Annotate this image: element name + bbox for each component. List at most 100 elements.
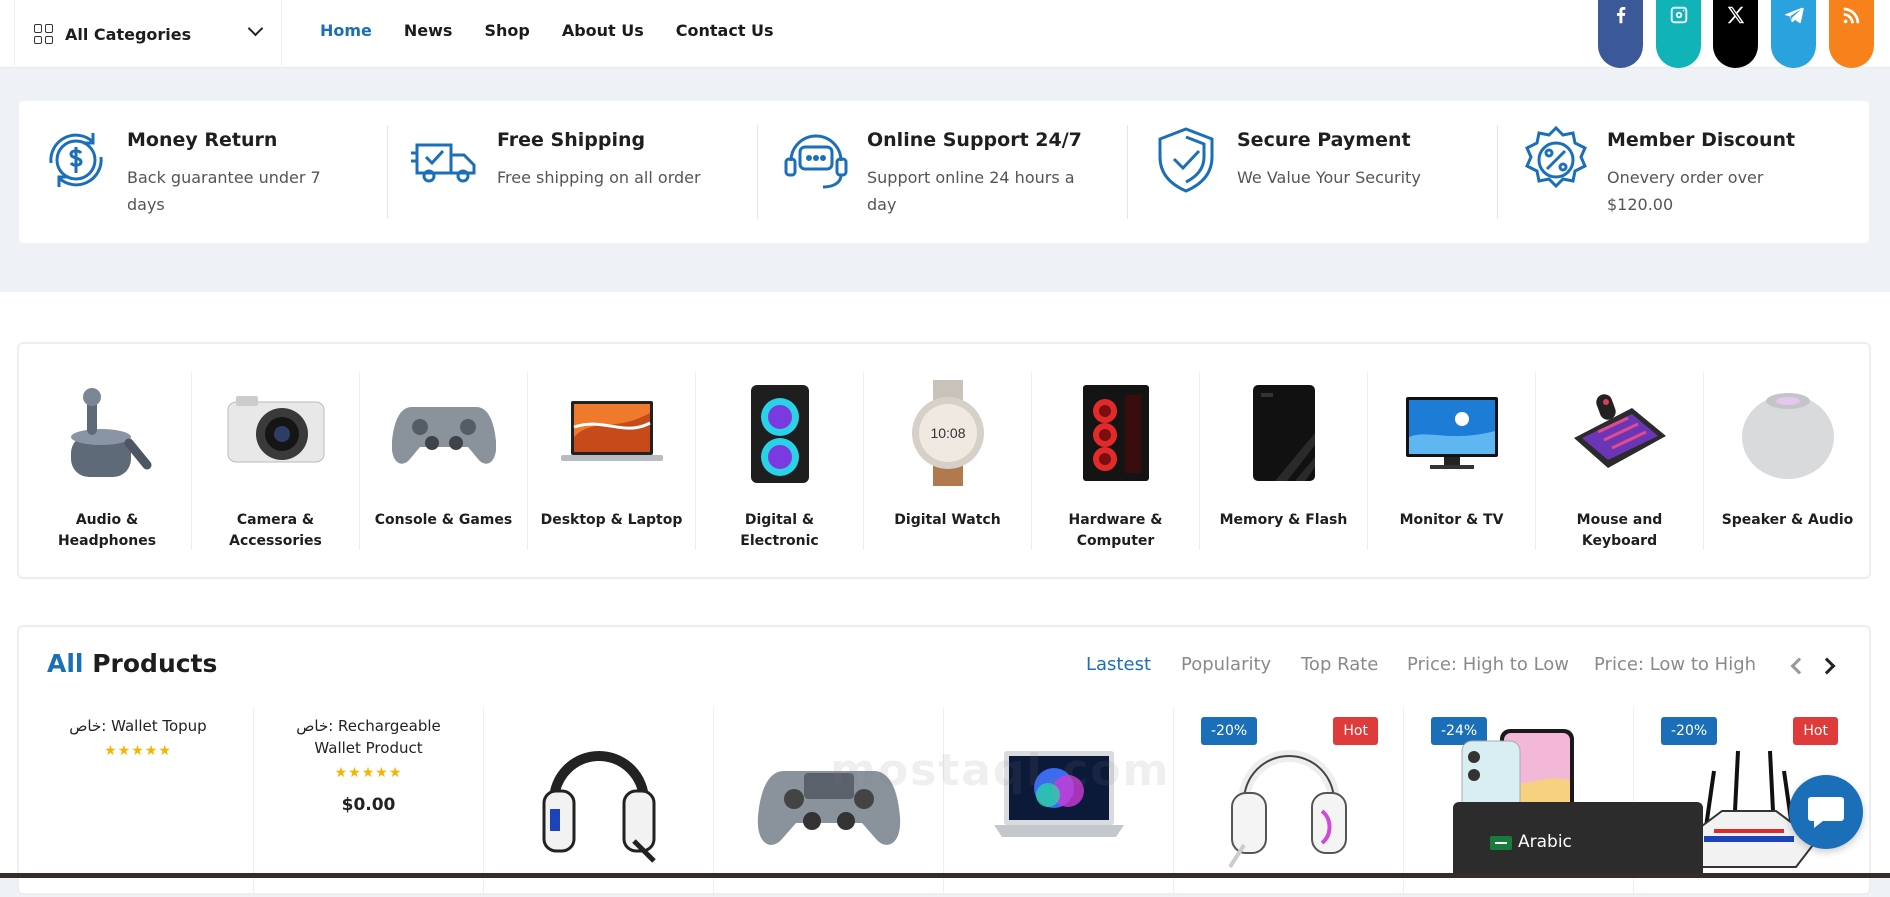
category-name: Memory & Flash [1219, 512, 1348, 528]
chevron-down-icon [247, 20, 264, 37]
svg-text:10:08: 10:08 [930, 425, 965, 441]
category-name: Mouse and Keyboard [1576, 512, 1663, 549]
x-link[interactable] [1713, 0, 1758, 68]
party-speaker-icon [750, 385, 809, 483]
facebook-icon [1616, 7, 1625, 24]
feature-secure-payment: Secure Payment We Value Your Security [1127, 101, 1499, 243]
tab-popularity[interactable]: Popularity [1181, 654, 1271, 675]
nav-shop[interactable]: Shop [484, 21, 529, 40]
feature-title: Money Return [127, 129, 278, 151]
smart-speaker-icon [1741, 393, 1834, 479]
feature-desc: Support online 24 hours a day [867, 168, 1075, 214]
feature-title: Online Support 24/7 [867, 129, 1082, 151]
grid-icon [34, 24, 54, 44]
tab-price-high-low[interactable]: Price: High to Low [1407, 654, 1569, 675]
category-digital-electronic[interactable]: Digital & Electronic [695, 372, 863, 550]
category-audio-headphones[interactable]: Audio & Headphones [23, 372, 191, 550]
site-header: All Categories Home News Shop About Us C… [0, 0, 1890, 68]
tab-latest[interactable]: Lastest [1086, 654, 1151, 675]
category-name: Console & Games [374, 512, 513, 528]
category-console-games[interactable]: Console & Games [359, 372, 527, 550]
category-name: Digital & Electronic [740, 512, 819, 549]
feature-title: Member Discount [1607, 129, 1796, 151]
support-headset-icon [784, 134, 848, 189]
discount-badge-icon [1525, 125, 1587, 189]
category-name: Audio & Headphones [57, 512, 157, 549]
nav-contact-us[interactable]: Contact Us [676, 21, 774, 40]
product-rating: ★★★★★ [104, 743, 172, 759]
external-drive-icon [1252, 385, 1315, 481]
category-digital-watch[interactable]: 10:08 Digital Watch [863, 372, 1031, 550]
all-categories-dropdown[interactable]: All Categories [14, 0, 282, 68]
product-rating: ★★★★★ [334, 765, 403, 781]
category-name: Speaker & Audio [1721, 512, 1854, 528]
gamepad-icon [757, 771, 901, 845]
feature-money-return: Money Return Back guarantee under 7 days [19, 101, 389, 243]
feature-desc: Onevery order over $120.00 [1607, 168, 1764, 214]
category-name: Hardware & Computer [1068, 512, 1163, 549]
category-name: Monitor & TV [1399, 512, 1504, 528]
keyboard-mouse-icon [1573, 394, 1666, 468]
feature-desc: We Value Your Security [1237, 168, 1421, 187]
category-name: Desktop & Laptop [540, 512, 683, 528]
gaming-headset-icon [1228, 750, 1347, 869]
facebook-link[interactable] [1598, 0, 1643, 68]
categories-label: All Categories [65, 24, 192, 44]
product-name: خاص: Wallet Topup [69, 717, 207, 735]
category-name: Camera & Accessories [229, 512, 322, 549]
tab-price-low-high[interactable]: Price: Low to High [1594, 654, 1756, 675]
product-card[interactable]: خاص: Wallet Topup ★★★★★ [23, 707, 253, 897]
nav-about-us[interactable]: About Us [562, 21, 644, 40]
feature-desc: Free shipping on all order [497, 168, 701, 187]
telegram-icon [1784, 7, 1804, 24]
instagram-icon [1670, 6, 1687, 24]
category-mouse-keyboard[interactable]: Mouse and Keyboard [1535, 372, 1703, 550]
language-label: Arabic [1518, 832, 1572, 852]
category-memory-flash[interactable]: Memory & Flash [1199, 372, 1367, 550]
instagram-link[interactable] [1656, 0, 1701, 68]
product-sort-tabs: Lastest Popularity Top Rate Price: High … [19, 654, 1869, 680]
rss-icon [1843, 7, 1859, 24]
saudi-flag-icon [1490, 836, 1512, 850]
feature-title: Free Shipping [497, 129, 646, 151]
monitor-icon [1405, 397, 1498, 469]
bottom-strip [0, 873, 1890, 878]
pc-tower-icon [1082, 385, 1149, 481]
category-speaker-audio[interactable]: Speaker & Audio [1703, 372, 1871, 550]
nav-home[interactable]: Home [320, 21, 372, 40]
category-monitor-tv[interactable]: Monitor & TV [1367, 372, 1535, 550]
product-card[interactable]: -20% Hot [1173, 707, 1403, 897]
product-card[interactable] [713, 707, 943, 897]
feature-online-support: Online Support 24/7 Support online 24 ho… [757, 101, 1129, 243]
headset-white-icon [542, 751, 656, 863]
camera-icon [227, 396, 324, 463]
main-nav: Home News Shop About Us Contact Us [320, 0, 806, 60]
feature-free-shipping: Free Shipping Free shipping on all order [387, 101, 759, 243]
telegram-link[interactable] [1771, 0, 1816, 68]
laptop-icon [560, 401, 663, 461]
nav-news[interactable]: News [404, 21, 453, 40]
category-camera-accessories[interactable]: Camera & Accessories [191, 372, 359, 550]
category-hardware-computer[interactable]: Hardware & Computer [1031, 372, 1199, 550]
category-carousel: Audio & Headphones Camera & Accessories … [17, 342, 1871, 579]
laptop-icon [994, 751, 1124, 837]
money-return-icon [49, 133, 103, 187]
product-card[interactable] [483, 707, 713, 897]
tab-top-rate[interactable]: Top Rate [1301, 654, 1378, 675]
shield-check-icon [1158, 127, 1214, 193]
rss-link[interactable] [1829, 0, 1874, 68]
product-card[interactable] [943, 707, 1173, 897]
feature-title: Secure Payment [1237, 129, 1411, 151]
feature-desc: Back guarantee under 7 days [127, 168, 321, 214]
language-switcher[interactable]: Arabic [1453, 802, 1703, 878]
category-name: Digital Watch [894, 512, 1001, 528]
chat-bubble-icon [1808, 797, 1844, 828]
product-name: خاص: Rechargeable Wallet Product [296, 717, 441, 757]
features-bar: Money Return Back guarantee under 7 days… [19, 101, 1869, 243]
product-card[interactable]: خاص: Rechargeable Wallet Product ★★★★★ $… [253, 707, 483, 897]
smartwatch-icon: 10:08 [911, 380, 984, 486]
chat-button[interactable] [1789, 775, 1863, 849]
category-desktop-laptop[interactable]: Desktop & Laptop [527, 372, 695, 550]
feature-member-discount: Member Discount Onevery order over $120.… [1497, 101, 1869, 243]
x-icon [1727, 6, 1744, 24]
